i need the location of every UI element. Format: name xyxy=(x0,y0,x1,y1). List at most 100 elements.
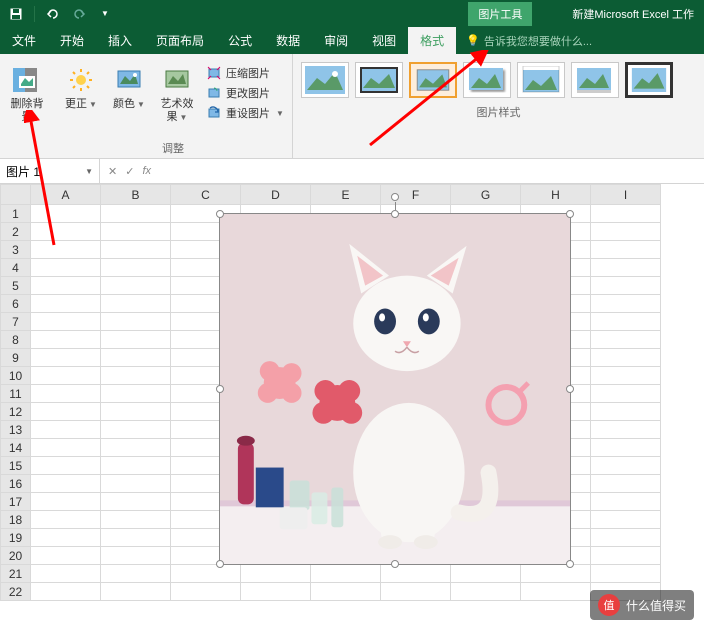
col-header[interactable]: C xyxy=(171,185,241,205)
tell-me-label: 告诉我您想要做什么... xyxy=(484,33,592,49)
compress-pictures-button[interactable]: 压缩图片 xyxy=(204,64,286,82)
cat-photo-content xyxy=(220,214,570,564)
picture-style-7[interactable] xyxy=(625,62,673,98)
tab-file[interactable]: 文件 xyxy=(0,27,48,54)
fx-button[interactable]: fx xyxy=(142,165,151,177)
adjust-group-label: 调整 xyxy=(162,138,184,158)
row-header[interactable]: 4 xyxy=(1,259,31,277)
row-header[interactable]: 3 xyxy=(1,241,31,259)
resize-handle-bl[interactable] xyxy=(216,560,224,568)
col-header[interactable]: H xyxy=(521,185,591,205)
color-icon xyxy=(113,64,145,96)
tab-formulas[interactable]: 公式 xyxy=(216,27,264,54)
save-button[interactable] xyxy=(6,4,26,24)
corrections-button[interactable]: 更正▼ xyxy=(60,62,102,113)
artistic-effects-icon xyxy=(161,64,193,96)
title-bar: ▼ 图片工具 新建Microsoft Excel 工作 xyxy=(0,0,704,27)
col-header[interactable]: G xyxy=(451,185,521,205)
col-header[interactable]: I xyxy=(591,185,661,205)
ribbon-tabs: 文件 开始 插入 页面布局 公式 数据 审阅 视图 格式 💡 告诉我您想要做什么… xyxy=(0,27,704,54)
row-header[interactable]: 10 xyxy=(1,367,31,385)
picture-style-5[interactable] xyxy=(517,62,565,98)
row-header[interactable]: 21 xyxy=(1,565,31,583)
compress-icon xyxy=(206,65,222,81)
row-header[interactable]: 8 xyxy=(1,331,31,349)
row-header[interactable]: 15 xyxy=(1,457,31,475)
picture-style-4[interactable] xyxy=(463,62,511,98)
redo-button[interactable] xyxy=(69,4,89,24)
row-header[interactable]: 22 xyxy=(1,583,31,601)
resize-handle-ml[interactable] xyxy=(216,385,224,393)
tab-insert[interactable]: 插入 xyxy=(96,27,144,54)
tab-format[interactable]: 格式 xyxy=(408,27,456,54)
tab-data[interactable]: 数据 xyxy=(264,27,312,54)
change-picture-button[interactable]: 更改图片 xyxy=(204,84,286,102)
select-all-corner[interactable] xyxy=(1,185,31,205)
row-header[interactable]: 18 xyxy=(1,511,31,529)
remove-background-label: 删除背景 xyxy=(8,98,46,124)
row-header[interactable]: 12 xyxy=(1,403,31,421)
brightness-icon xyxy=(65,64,97,96)
name-box[interactable]: 图片 1 ▼ xyxy=(0,159,100,183)
embedded-picture[interactable] xyxy=(219,213,571,565)
document-title: 新建Microsoft Excel 工作 xyxy=(572,6,694,22)
row-header[interactable]: 1 xyxy=(1,205,31,223)
cancel-formula-button[interactable]: ✕ xyxy=(108,165,117,178)
tab-home[interactable]: 开始 xyxy=(48,27,96,54)
resize-handle-br[interactable] xyxy=(566,560,574,568)
row-header[interactable]: 2 xyxy=(1,223,31,241)
row-header[interactable]: 11 xyxy=(1,385,31,403)
tab-review[interactable]: 审阅 xyxy=(312,27,360,54)
picture-style-2[interactable] xyxy=(355,62,403,98)
row-header[interactable]: 17 xyxy=(1,493,31,511)
col-header[interactable]: E xyxy=(311,185,381,205)
watermark-badge: 值 xyxy=(598,594,620,616)
resize-handle-mr[interactable] xyxy=(566,385,574,393)
artistic-effects-button[interactable]: 艺术效果▼ xyxy=(156,62,198,126)
reset-picture-button[interactable]: 重设图片▼ xyxy=(204,104,286,122)
picture-style-1[interactable] xyxy=(301,62,349,98)
tab-view[interactable]: 视图 xyxy=(360,27,408,54)
picture-styles-label: 图片样式 xyxy=(299,102,698,122)
name-box-dropdown-icon: ▼ xyxy=(85,167,93,176)
ribbon: 删除背景 更正▼ 颜色▼ 艺术效果▼ xyxy=(0,54,704,159)
col-header[interactable]: A xyxy=(31,185,101,205)
resize-handle-tm[interactable] xyxy=(391,210,399,218)
row-header[interactable]: 9 xyxy=(1,349,31,367)
reset-icon xyxy=(206,105,222,121)
row-header[interactable]: 16 xyxy=(1,475,31,493)
row-header[interactable]: 13 xyxy=(1,421,31,439)
resize-handle-tr[interactable] xyxy=(566,210,574,218)
col-header[interactable]: B xyxy=(101,185,171,205)
resize-handle-tl[interactable] xyxy=(216,210,224,218)
quick-access-toolbar: ▼ xyxy=(0,4,121,24)
accept-formula-button[interactable]: ✓ xyxy=(125,165,134,178)
row-header[interactable]: 5 xyxy=(1,277,31,295)
qat-customize-button[interactable]: ▼ xyxy=(95,4,115,24)
picture-style-3[interactable] xyxy=(409,62,457,98)
color-button[interactable]: 颜色▼ xyxy=(108,62,150,113)
picture-style-6[interactable] xyxy=(571,62,619,98)
undo-button[interactable] xyxy=(43,4,63,24)
row-header[interactable]: 6 xyxy=(1,295,31,313)
row-header[interactable]: 19 xyxy=(1,529,31,547)
tell-me[interactable]: 💡 告诉我您想要做什么... xyxy=(456,33,592,49)
watermark: 值 什么值得买 xyxy=(590,590,694,620)
picture-styles-gallery xyxy=(299,58,698,102)
formula-bar-row: 图片 1 ▼ ✕ ✓ fx xyxy=(0,159,704,184)
resize-handle-bm[interactable] xyxy=(391,560,399,568)
remove-background-button[interactable]: 删除背景 xyxy=(6,62,48,126)
remove-background-icon xyxy=(11,64,43,96)
row-header[interactable]: 7 xyxy=(1,313,31,331)
row-header[interactable]: 20 xyxy=(1,547,31,565)
watermark-text: 什么值得买 xyxy=(626,597,686,614)
rotate-handle[interactable] xyxy=(391,193,399,201)
row-header[interactable]: 14 xyxy=(1,439,31,457)
name-box-value: 图片 1 xyxy=(6,163,40,180)
worksheet-grid-container: A B C D E F G H I 1 2 3 4 5 6 7 8 9 10 1… xyxy=(0,184,704,630)
contextual-tab-title: 图片工具 xyxy=(468,2,532,26)
tab-page-layout[interactable]: 页面布局 xyxy=(144,27,216,54)
col-header[interactable]: D xyxy=(241,185,311,205)
change-picture-icon xyxy=(206,85,222,101)
lightbulb-icon: 💡 xyxy=(466,34,480,47)
